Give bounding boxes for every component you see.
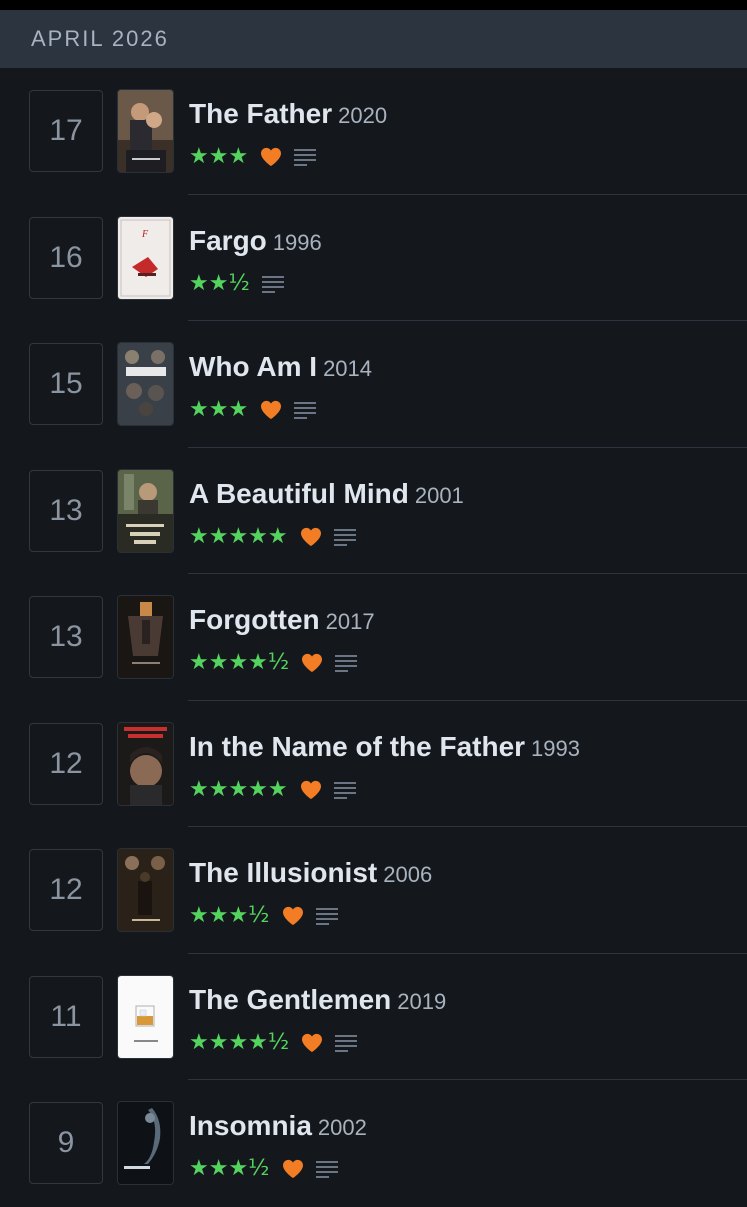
heart-icon xyxy=(302,1033,323,1052)
film-year[interactable]: 2020 xyxy=(338,103,387,128)
day-box[interactable]: 17 xyxy=(29,90,103,172)
review-icon[interactable] xyxy=(335,1034,358,1052)
star-rating: ★★★★★ xyxy=(189,776,288,802)
diary-entry[interactable]: 12 In the Name of the Father 1993 ★★★★★ xyxy=(0,701,747,827)
film-title[interactable]: Fargo xyxy=(189,225,267,256)
film-year[interactable]: 1996 xyxy=(273,230,322,255)
film-title[interactable]: In the Name of the Father xyxy=(189,731,525,762)
film-year[interactable]: 2017 xyxy=(326,609,375,634)
day-box[interactable]: 16 xyxy=(29,216,103,299)
heart-icon xyxy=(300,527,321,546)
heart-icon xyxy=(300,780,321,799)
film-year[interactable]: 1993 xyxy=(531,736,580,761)
film-title[interactable]: Forgotten xyxy=(189,604,320,635)
diary-entry[interactable]: 17 The Father 2020 ★★★ xyxy=(0,68,747,195)
poster-a-beautiful-mind-icon[interactable] xyxy=(118,469,173,552)
diary-list: 17 The Father 2020 ★★★ 16 F Fargo 1996 ★… xyxy=(0,68,747,1207)
svg-text:F: F xyxy=(141,229,149,240)
film-year[interactable]: 2002 xyxy=(318,1115,367,1140)
film-year[interactable]: 2019 xyxy=(397,989,446,1014)
poster-insomnia-icon[interactable] xyxy=(118,1102,173,1184)
day-number: 17 xyxy=(49,114,83,147)
review-icon[interactable] xyxy=(333,528,356,546)
heart-icon xyxy=(282,1159,303,1179)
day-number: 13 xyxy=(49,620,83,653)
film-year[interactable]: 2014 xyxy=(323,356,372,381)
review-icon[interactable] xyxy=(261,275,284,293)
star-rating: ★★★★½ xyxy=(189,650,290,675)
film-year[interactable]: 2001 xyxy=(415,483,464,508)
day-box[interactable]: 12 xyxy=(29,849,103,931)
heart-icon xyxy=(261,400,282,420)
star-rating: ★★½ xyxy=(189,270,250,296)
diary-entry[interactable]: 13 Forgotten 2017 ★★★★½ xyxy=(0,574,747,701)
star-rating: ★★★★★ xyxy=(189,523,288,549)
review-icon[interactable] xyxy=(315,1160,338,1178)
film-title[interactable]: The Gentlemen xyxy=(189,984,391,1015)
star-rating: ★★★ xyxy=(189,397,249,422)
star-rating: ★★★ xyxy=(189,144,249,169)
diary-entry[interactable]: 15 Who Am I 2014 ★★★ xyxy=(0,321,747,448)
poster-forgotten-icon[interactable] xyxy=(118,596,173,678)
film-title[interactable]: Insomnia xyxy=(189,1110,312,1141)
diary-entry[interactable]: 13 A Beautiful Mind 2001 ★★★★★ xyxy=(0,448,747,574)
day-box[interactable]: 13 xyxy=(29,596,103,678)
review-icon[interactable] xyxy=(333,781,356,799)
star-rating: ★★★½ xyxy=(189,1156,270,1181)
poster-who-am-i-icon[interactable] xyxy=(118,343,173,425)
diary-entry[interactable]: 11 The Gentlemen 2019 ★★★★½ xyxy=(0,954,747,1080)
day-number: 11 xyxy=(50,999,82,1033)
review-icon[interactable] xyxy=(335,654,358,672)
status-bar xyxy=(0,0,747,10)
poster-in-the-name-of-the-father-icon[interactable] xyxy=(118,722,173,805)
day-box[interactable]: 11 xyxy=(29,975,103,1058)
day-number: 12 xyxy=(49,746,83,780)
poster-fargo-icon[interactable]: F xyxy=(118,216,173,299)
month-header: APRIL 2026 xyxy=(0,10,747,68)
review-icon[interactable] xyxy=(294,401,317,419)
heart-icon xyxy=(302,653,323,673)
film-title[interactable]: A Beautiful Mind xyxy=(189,478,409,509)
heart-icon xyxy=(282,906,303,926)
heart-icon xyxy=(261,147,282,167)
month-label: APRIL 2026 xyxy=(31,26,169,51)
poster-the-illusionist-icon[interactable] xyxy=(118,849,173,931)
review-icon[interactable] xyxy=(294,148,317,166)
day-number: 16 xyxy=(49,240,83,274)
poster-the-father-icon[interactable] xyxy=(118,90,173,172)
poster-the-gentlemen-icon[interactable] xyxy=(118,975,173,1058)
film-title[interactable]: Who Am I xyxy=(189,351,317,382)
star-rating: ★★★½ xyxy=(189,903,270,928)
day-box[interactable]: 12 xyxy=(29,722,103,805)
day-number: 12 xyxy=(49,873,83,906)
day-number: 13 xyxy=(49,493,83,527)
day-number: 9 xyxy=(57,1126,75,1159)
day-number: 15 xyxy=(49,367,83,400)
film-year[interactable]: 2006 xyxy=(383,862,432,887)
day-box[interactable]: 9 xyxy=(29,1102,103,1184)
diary-entry[interactable]: 9 Insomnia 2002 ★★★½ xyxy=(0,1080,747,1207)
diary-entry[interactable]: 16 F Fargo 1996 ★★½ xyxy=(0,195,747,321)
film-title[interactable]: The Illusionist xyxy=(189,857,377,888)
review-icon[interactable] xyxy=(315,907,338,925)
film-title[interactable]: The Father xyxy=(189,98,332,129)
diary-entry[interactable]: 12 The Illusionist 2006 ★★★½ xyxy=(0,827,747,954)
star-rating: ★★★★½ xyxy=(189,1029,290,1055)
day-box[interactable]: 13 xyxy=(29,469,103,552)
day-box[interactable]: 15 xyxy=(29,343,103,425)
